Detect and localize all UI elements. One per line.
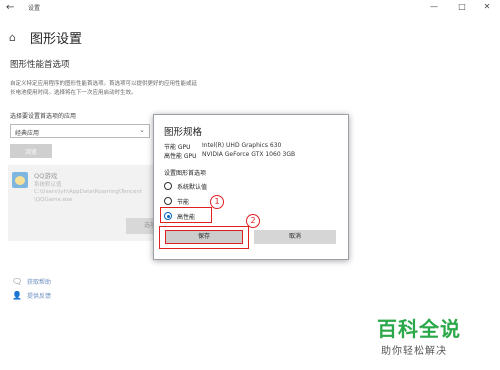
save-button-highlight xyxy=(159,226,249,249)
minimize-icon[interactable]: — xyxy=(426,2,442,11)
person-icon: 👤 xyxy=(12,291,22,300)
high-perf-gpu-label: 高性能 GPU xyxy=(164,153,197,160)
watermark-title: 百科全说 xyxy=(377,317,461,341)
app-type-select-value: 经典应用 xyxy=(15,130,40,137)
app-name: QQ游戏 xyxy=(34,172,58,180)
page-title: 图形设置 xyxy=(30,32,83,47)
app-setting: 系统默认值 xyxy=(34,182,62,188)
section-heading: 图形性能首选项 xyxy=(10,60,70,70)
high-performance-highlight xyxy=(160,207,212,223)
radio-power-saving[interactable] xyxy=(164,197,172,205)
home-icon[interactable]: ⌂ xyxy=(9,31,16,44)
feedback-link[interactable]: 提供反馈 xyxy=(27,291,51,300)
option-system-default-label: 系统默认值 xyxy=(177,184,208,191)
preference-heading: 设置图形首选项 xyxy=(164,170,207,177)
window-title: 设置 xyxy=(28,5,41,12)
high-perf-gpu-value: NVIDIA GeForce GTX 1060 3GB xyxy=(202,151,296,158)
radio-system-default[interactable] xyxy=(164,182,172,190)
maximize-icon[interactable]: □ xyxy=(454,2,470,11)
get-help-link[interactable]: 获取帮助 xyxy=(27,277,51,286)
app-path-line2: \QQGame.exe xyxy=(34,197,73,203)
power-saving-gpu-label: 节能 GPU xyxy=(164,144,191,151)
close-icon[interactable]: ✕ xyxy=(479,2,495,11)
app-type-select[interactable]: 经典应用 ⌄ xyxy=(10,124,150,138)
step-1-marker: 1 xyxy=(210,195,224,209)
app-icon-face xyxy=(15,176,25,185)
watermark-subtitle: 助你轻松解决 xyxy=(381,346,447,357)
option-power-saving-label: 节能 xyxy=(177,199,190,206)
app-path-line1: C:\Users\lyh\AppData\Roaming\Tencent xyxy=(34,189,143,195)
power-saving-gpu-value: Intel(R) UHD Graphics 630 xyxy=(202,142,282,149)
description-text: 自定义特定应用程序的图形性能首选项。首选项可以提供更好的应用性能或延长电池使用时… xyxy=(10,81,198,96)
chevron-down-icon: ⌄ xyxy=(139,126,145,134)
browse-button[interactable]: 浏览 xyxy=(10,144,52,158)
step-2-marker: 2 xyxy=(246,214,260,228)
title-bar: ← 设置 — □ ✕ xyxy=(0,0,500,16)
back-arrow-icon[interactable]: ← xyxy=(6,2,14,13)
qq-game-icon xyxy=(12,172,28,188)
dialog-title: 图形规格 xyxy=(164,127,203,138)
app-type-select-label: 选择要设置首选项的应用 xyxy=(10,113,77,120)
cancel-button[interactable]: 取消 xyxy=(254,230,336,244)
chat-bubble-icon: 🗨 xyxy=(12,277,23,286)
